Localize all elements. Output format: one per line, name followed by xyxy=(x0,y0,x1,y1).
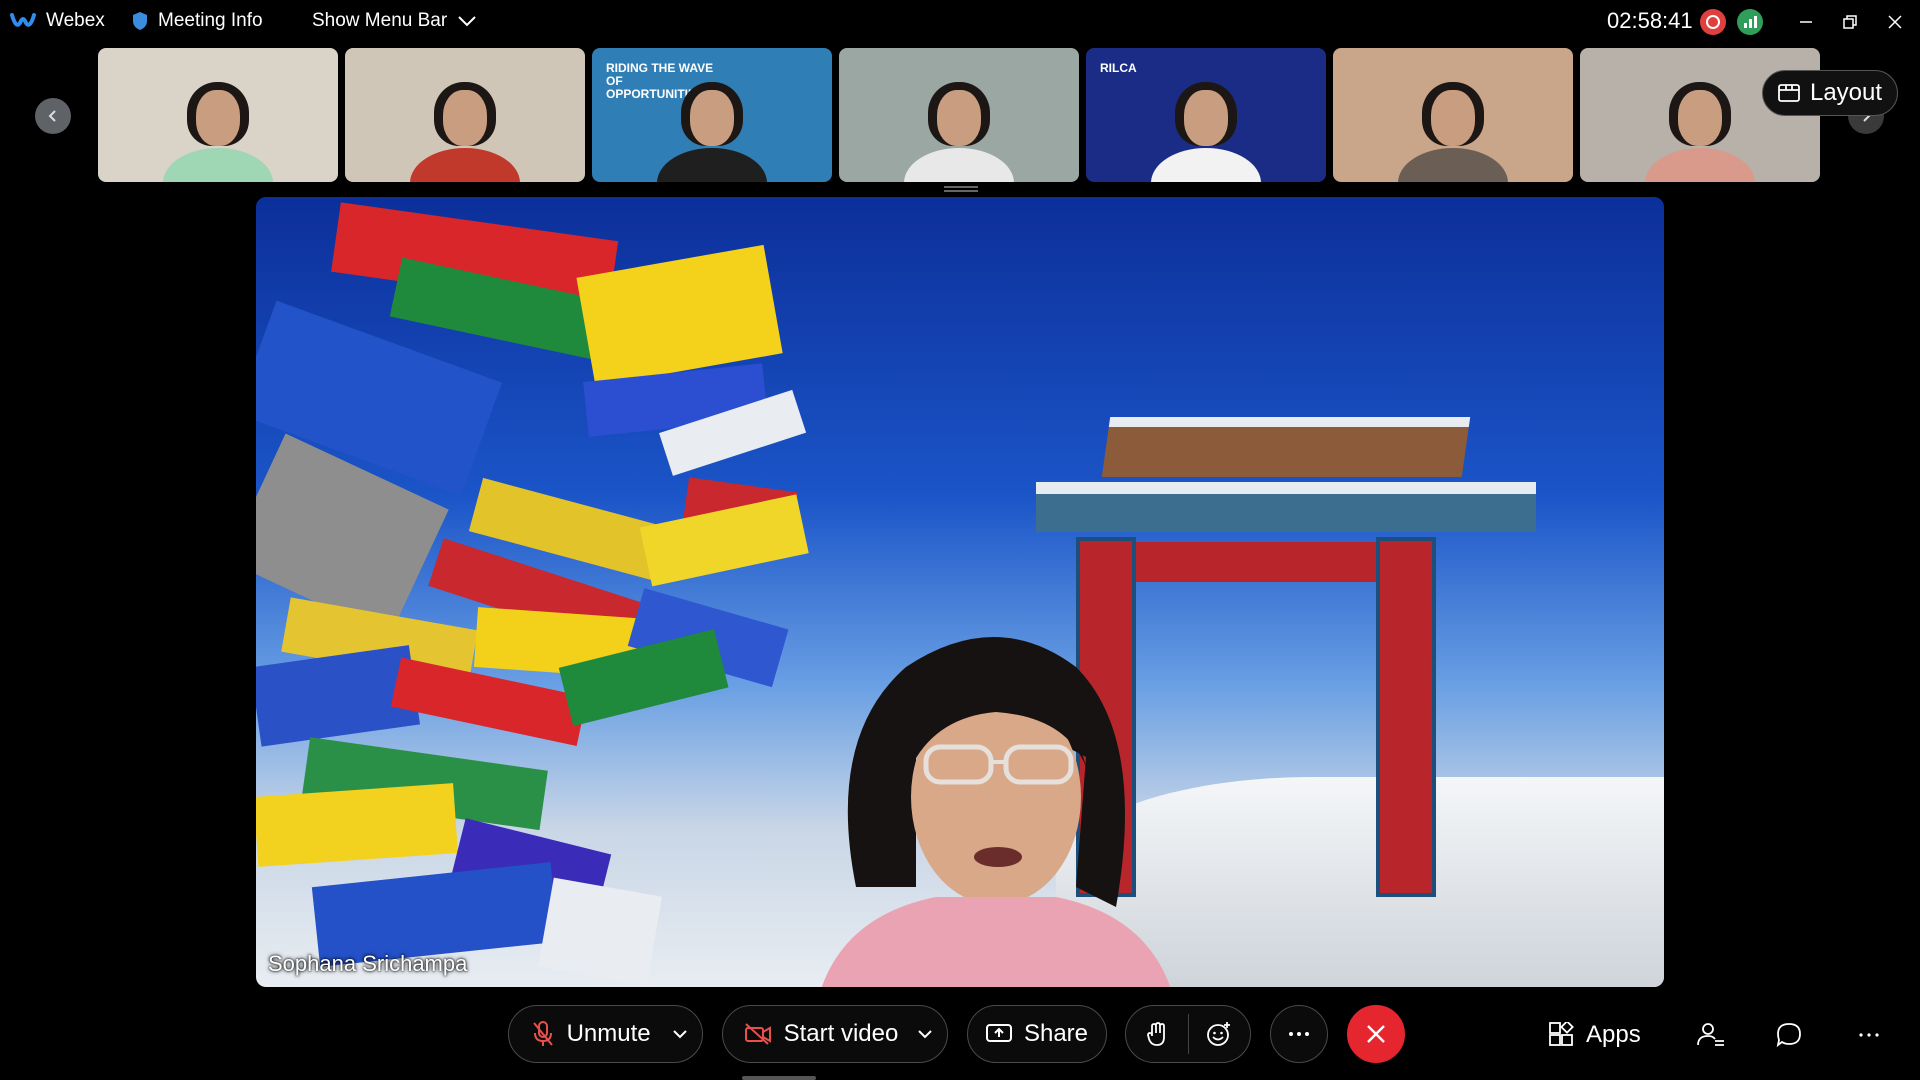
share-icon xyxy=(985,1024,1012,1042)
minimize-button[interactable] xyxy=(1786,6,1826,38)
active-speaker-video[interactable]: Sophana Srichampa xyxy=(256,197,1664,987)
ellipsis-icon xyxy=(1289,1032,1309,1036)
participant-thumbnail[interactable] xyxy=(839,48,1079,182)
chat-icon xyxy=(1776,1023,1801,1048)
filmstrip-resize-handle[interactable] xyxy=(944,186,978,192)
participant-thumbnail[interactable] xyxy=(1333,48,1573,182)
speaker-name-label: Sophana Srichampa xyxy=(268,951,468,976)
participant-video-feed xyxy=(1645,82,1755,182)
layout-button[interactable]: Layout xyxy=(1762,70,1898,116)
participant-video-feed xyxy=(904,82,1014,182)
controls-scroll-indicator xyxy=(742,1076,816,1080)
speaker-video-feed xyxy=(821,637,1171,987)
apps-button[interactable]: Apps xyxy=(1548,1010,1641,1060)
raise-hand-button[interactable] xyxy=(1126,1006,1188,1062)
webex-logo-icon xyxy=(10,13,36,27)
chevron-down-icon xyxy=(458,16,476,27)
participant-thumbnail[interactable]: RIDING THE WAVE OF OPPORTUNITIES xyxy=(592,48,832,182)
share-label: Share xyxy=(1023,1020,1089,1047)
leave-meeting-button[interactable] xyxy=(1347,1005,1405,1063)
participant-video-feed xyxy=(410,82,520,182)
minimize-icon xyxy=(1800,21,1812,23)
unmute-control: Unmute xyxy=(508,1005,703,1063)
more-options-button[interactable] xyxy=(1270,1005,1328,1063)
close-window-button[interactable] xyxy=(1875,6,1915,38)
ellipsis-icon xyxy=(1859,1033,1879,1037)
filmstrip-prev-button[interactable] xyxy=(35,98,71,134)
reactions-group xyxy=(1125,1005,1251,1063)
meeting-info-label: Meeting Info xyxy=(158,10,263,31)
start-video-button[interactable]: Start video xyxy=(723,1006,903,1062)
participant-video-feed xyxy=(163,82,273,182)
share-button[interactable]: Share xyxy=(967,1005,1107,1063)
raise-hand-icon xyxy=(1146,1022,1165,1046)
network-health-icon[interactable] xyxy=(1737,9,1763,35)
unmute-label: Unmute xyxy=(566,1020,651,1047)
show-menu-bar-label: Show Menu Bar xyxy=(312,10,448,31)
participants-icon xyxy=(1697,1023,1724,1046)
microphone-muted-icon xyxy=(532,1021,553,1046)
layout-icon xyxy=(1778,84,1800,102)
close-icon xyxy=(1367,1025,1385,1043)
apps-icon xyxy=(1549,1022,1574,1046)
more-panels-button[interactable] xyxy=(1858,1010,1880,1060)
close-icon xyxy=(1888,15,1902,29)
start-video-label: Start video xyxy=(783,1020,899,1047)
video-control: Start video xyxy=(722,1005,948,1063)
audio-options-button[interactable] xyxy=(658,1006,702,1062)
shield-icon xyxy=(133,12,147,30)
participant-video-feed xyxy=(657,82,767,182)
participant-video-feed xyxy=(1151,82,1261,182)
video-options-button[interactable] xyxy=(903,1006,947,1062)
camera-off-icon xyxy=(744,1023,771,1045)
reactions-button[interactable] xyxy=(1188,1006,1250,1062)
emoji-icon xyxy=(1207,1022,1231,1046)
participant-video-feed xyxy=(1398,82,1508,182)
title-bar: Webex Meeting Info Show Menu Bar 02:58:4… xyxy=(0,0,1920,44)
webex-logo: Webex xyxy=(10,10,105,32)
show-menu-bar-button[interactable]: Show Menu Bar xyxy=(312,10,477,32)
participant-thumbnail[interactable]: RILCA xyxy=(1086,48,1326,182)
meeting-timer: 02:58:41 xyxy=(1607,8,1693,33)
restore-icon xyxy=(1843,15,1857,29)
chevron-left-icon xyxy=(48,110,56,122)
chat-button[interactable] xyxy=(1776,1010,1802,1060)
participant-thumbnail[interactable] xyxy=(98,48,338,182)
thumbnail-background-text: RILCA xyxy=(1100,61,1137,75)
app-name: Webex xyxy=(46,10,105,31)
chevron-down-icon xyxy=(673,1030,687,1039)
apps-label: Apps xyxy=(1586,1021,1641,1048)
participant-thumbnail[interactable] xyxy=(345,48,585,182)
restore-button[interactable] xyxy=(1830,6,1870,38)
chevron-down-icon xyxy=(918,1030,932,1039)
meeting-info-button[interactable]: Meeting Info xyxy=(132,10,263,32)
layout-label: Layout xyxy=(1809,79,1883,106)
unmute-button[interactable]: Unmute xyxy=(509,1006,658,1062)
participants-button[interactable] xyxy=(1697,1010,1725,1060)
recording-indicator-icon[interactable] xyxy=(1700,9,1726,35)
